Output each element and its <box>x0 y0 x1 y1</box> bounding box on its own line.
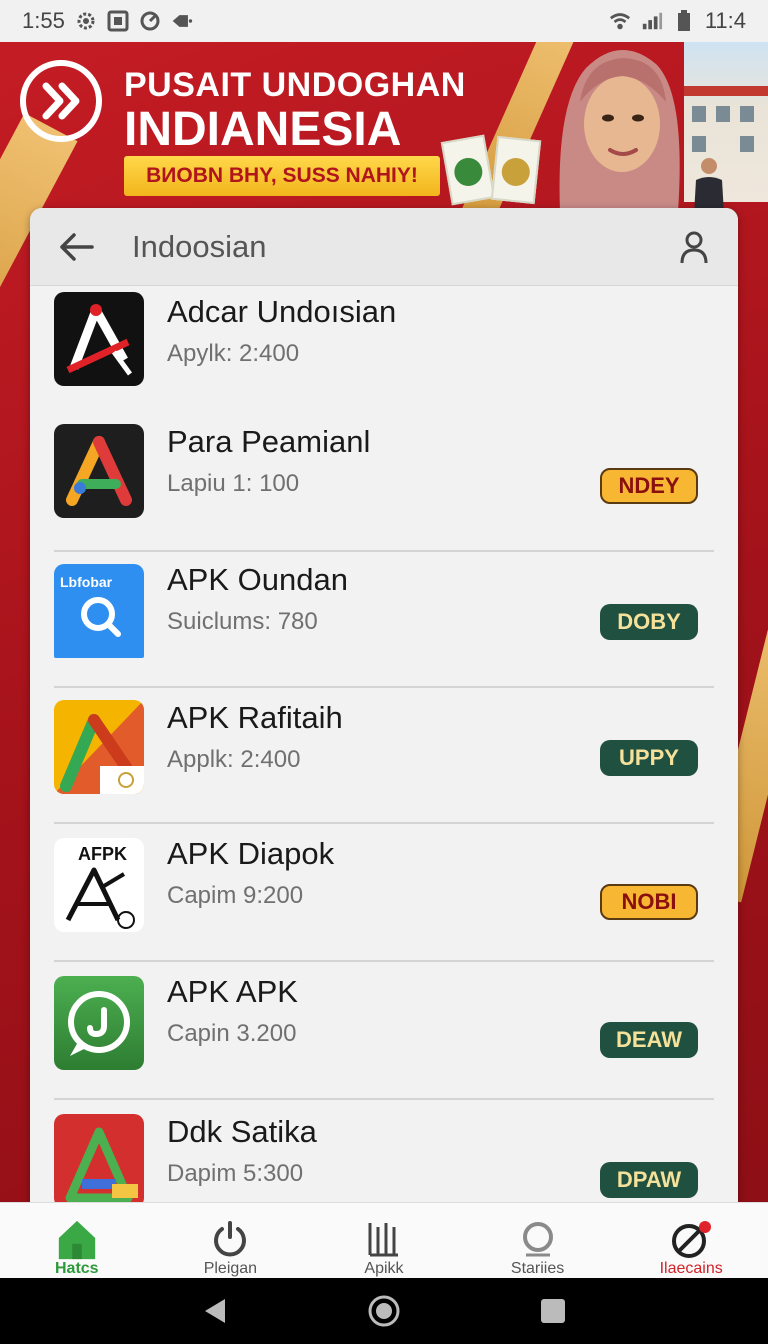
compass-icon <box>669 1217 713 1260</box>
status-bar: 1:55 11:4 <box>0 0 768 42</box>
search-results-card: Indoosian Adcar Undoısian Apylk: 2:400 P… <box>30 208 738 1202</box>
app-badge[interactable]: NDEY <box>600 468 698 504</box>
banner-subtitle: BИOBN BHY, SUSS NAHIY! <box>124 156 440 196</box>
app-badge[interactable]: DPAW <box>600 1162 698 1198</box>
app-meta: Apylk: 2:400 <box>167 340 300 367</box>
nav-item-home[interactable]: Hatcs <box>0 1203 154 1278</box>
app-icon-apk-diapok: AFPK <box>54 838 144 932</box>
app-icon-text: AFPK <box>78 844 127 864</box>
nav-label: Ilaecains <box>659 1260 723 1277</box>
system-nav-bar <box>0 1278 768 1344</box>
app-badge[interactable]: NOBI <box>600 884 698 920</box>
person-image <box>559 49 680 212</box>
back-arrow-icon[interactable] <box>56 227 96 267</box>
app-badge[interactable]: DEAW <box>600 1022 698 1058</box>
app-name: Adcar Undoısian <box>167 294 397 329</box>
screenshot-icon <box>107 10 129 32</box>
nav-item-notifications[interactable]: Ilaecains <box>614 1203 768 1278</box>
power-icon <box>208 1217 252 1260</box>
sync-icon <box>139 10 161 32</box>
app-badge[interactable]: DOBY <box>600 604 698 640</box>
nav-label: Pleigan <box>203 1260 258 1277</box>
app-name: Para Peamianl <box>167 424 371 459</box>
nav-item-apps[interactable]: Apikk <box>307 1203 461 1278</box>
nav-label: Hatcs <box>55 1260 99 1277</box>
list-item[interactable]: Lbfobar APK Oundan Suiclums: 780 DOBY <box>54 552 714 688</box>
list-item[interactable]: APK APK Capin 3.200 DEAW <box>54 962 714 1100</box>
booklet-image <box>490 135 542 205</box>
app-name: APK Diapok <box>167 836 335 871</box>
list-item[interactable]: Ddk Satika Dapim 5:300 DPAW <box>54 1100 714 1202</box>
app-badge[interactable]: UPPY <box>600 740 698 776</box>
signal-icon <box>641 10 663 32</box>
app-meta: Applk: 2:400 <box>167 746 301 773</box>
app-icon-apk-rafitaih <box>54 700 144 794</box>
app-icon-apk-apk <box>54 976 144 1070</box>
app-name: APK APK <box>167 974 298 1009</box>
search-bar[interactable]: Indoosian <box>30 208 738 286</box>
app-meta: Capin 3.200 <box>167 1020 297 1047</box>
wifi-icon <box>609 10 631 32</box>
app-name: APK Rafitaih <box>167 700 343 735</box>
nav-label: Apikk <box>364 1260 404 1277</box>
app-name: APK Oundan <box>167 562 348 597</box>
banner-title: PUSAIT UNDOGHAN INDIANESIA <box>124 68 466 154</box>
status-left: 1:55 <box>22 8 193 34</box>
list-item[interactable]: APK Rafitaih Applk: 2:400 UPPY <box>54 688 714 824</box>
banner-title-line2: INDIANESIA <box>124 103 402 156</box>
tag-icon <box>171 10 193 32</box>
nav-label: Stariies <box>510 1260 565 1277</box>
bars-icon <box>362 1217 406 1260</box>
app-icon-adcar <box>54 292 144 386</box>
app-icon-text: Lbfobar <box>60 574 113 590</box>
nav-item-power[interactable]: Pleigan <box>154 1203 308 1278</box>
home-button-icon[interactable] <box>364 1291 404 1331</box>
banner-title-line1: PUSAIT UNDOGHAN <box>124 66 466 104</box>
bottom-nav: Hatcs Pleigan Apikk Stariies Ilaecains <box>0 1202 768 1278</box>
battery-text: 11:4 <box>704 8 746 33</box>
app-meta: Capim 9:200 <box>167 882 304 909</box>
banner-logo-icon <box>20 60 102 142</box>
app-icon-ddk-satika <box>54 1114 144 1202</box>
battery-icon <box>673 10 695 32</box>
list-item[interactable]: AFPK APK Diapok Capim 9:200 NOBI <box>54 824 714 962</box>
back-icon[interactable] <box>195 1291 235 1331</box>
list-item[interactable]: Para Peamianl Lapiu 1: 100 NDEY <box>54 410 714 552</box>
status-time: 1:55 <box>22 8 65 33</box>
app-icon-para <box>54 424 144 518</box>
status-right: 11:4 <box>609 8 746 34</box>
home-icon <box>55 1217 99 1260</box>
app-name: Ddk Satika <box>167 1114 317 1149</box>
app-meta: Lapiu 1: 100 <box>167 470 300 497</box>
recents-icon[interactable] <box>533 1291 573 1331</box>
nav-item-stories[interactable]: Stariies <box>461 1203 615 1278</box>
search-icon <box>516 1217 560 1260</box>
profile-icon[interactable] <box>676 229 712 265</box>
list-item[interactable]: Adcar Undoısian Apylk: 2:400 <box>54 286 714 410</box>
officer-image <box>694 158 724 214</box>
booklet-image <box>440 134 496 206</box>
settings-icon <box>75 10 97 32</box>
search-query[interactable]: Indoosian <box>132 229 676 265</box>
app-meta: Dapim 5:300 <box>167 1160 304 1187</box>
app-meta: Suiclums: 780 <box>167 608 318 635</box>
app-icon-apk-oundan: Lbfobar <box>54 564 144 658</box>
